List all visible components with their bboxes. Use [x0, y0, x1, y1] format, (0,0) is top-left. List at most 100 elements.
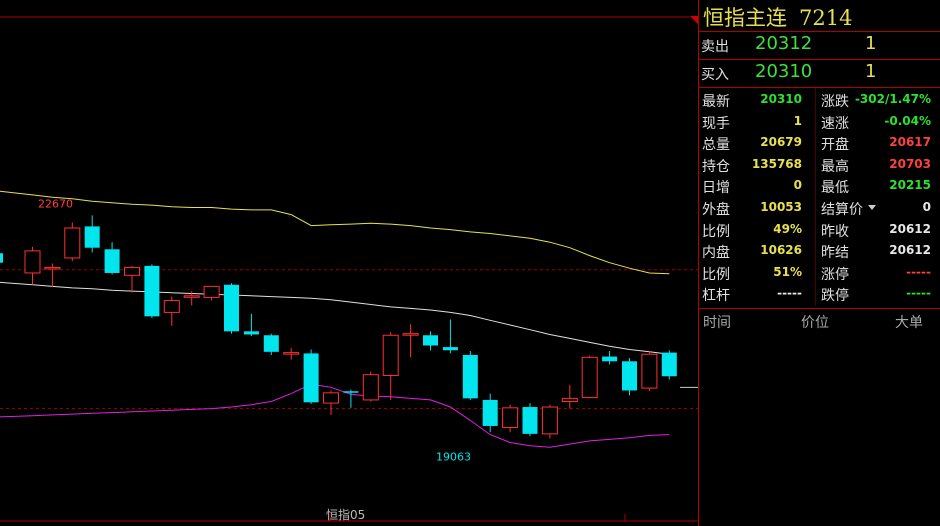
stat-value: 20310 — [760, 92, 802, 106]
candle-body — [522, 407, 538, 434]
candle-body — [263, 335, 279, 352]
divider — [699, 87, 940, 88]
stat-value: -302/1.47% — [854, 92, 931, 106]
stat-label: 速涨 — [821, 115, 849, 132]
candle-body — [183, 295, 200, 298]
stat-label: 持仓 — [702, 158, 730, 175]
panel-corner-marker — [690, 16, 698, 24]
middle-band-line — [0, 281, 670, 355]
buy-price: 20310 — [755, 61, 813, 82]
stat-label: 结算价 — [821, 202, 863, 218]
stat-row: 杠杆 ----- — [702, 283, 802, 305]
stat-value: -0.04% — [884, 113, 931, 128]
stat-label: 比例 — [702, 266, 730, 283]
kline-chart[interactable]: 22670 19063 恒指05 — [0, 0, 698, 526]
candle-body — [581, 356, 598, 399]
candle-body — [502, 407, 519, 429]
candle-body — [661, 352, 677, 377]
stat-value: ----- — [906, 264, 931, 279]
stat-value: 20215 — [889, 178, 931, 193]
tick-col-price[interactable]: 价位 — [801, 312, 829, 332]
sell-volume: 1 — [865, 33, 877, 54]
stat-label: 最高 — [821, 158, 849, 175]
stat-label: 跌停 — [821, 288, 849, 305]
candle-body — [423, 335, 438, 346]
candle-body — [541, 406, 558, 435]
tick-col-bigorder[interactable]: 大单 — [895, 312, 923, 332]
candle-body — [442, 347, 458, 351]
stat-label: 内盘 — [702, 245, 730, 262]
candle-body — [104, 249, 120, 273]
candle-body — [602, 356, 618, 362]
candle-body — [482, 399, 498, 426]
stat-row: 持仓 135768 — [702, 154, 802, 176]
stat-value: 51% — [773, 264, 802, 279]
buy-quote-row[interactable]: 买入 20310 1 — [699, 59, 940, 87]
stat-row: 总量 20679 — [702, 132, 802, 154]
stat-row: 结算价 0 — [821, 197, 931, 219]
instrument-code: 7214 — [799, 6, 853, 30]
stat-row: 最低 20215 — [821, 175, 931, 197]
candle-body — [84, 226, 100, 248]
stat-value: 20703 — [889, 156, 931, 171]
stat-row: 最高 20703 — [821, 154, 931, 176]
sell-price: 20312 — [755, 33, 813, 54]
stat-row: 速涨 -0.04% — [821, 111, 931, 133]
stat-value: 20679 — [760, 135, 802, 150]
candlestick-plot[interactable]: 22670 19063 — [0, 0, 698, 526]
stat-label: 昨结 — [821, 245, 849, 262]
stat-row: 现手 1 — [702, 111, 802, 133]
stat-value: ----- — [906, 286, 931, 301]
stats-divider — [815, 88, 816, 306]
stat-value: ----- — [777, 286, 802, 301]
candle-body — [44, 266, 61, 270]
stat-label: 现手 — [702, 115, 730, 132]
stat-row: 开盘 20617 — [821, 132, 931, 154]
candle-body — [0, 253, 3, 263]
candle-body — [402, 333, 419, 336]
stat-value: 135768 — [751, 156, 802, 171]
stat-value: 49% — [773, 221, 802, 236]
sell-quote-row[interactable]: 卖出 20312 1 — [699, 31, 940, 59]
candle-body — [203, 285, 220, 298]
candle-body — [303, 353, 319, 403]
stat-label: 外盘 — [702, 202, 730, 218]
stat-value: 1 — [793, 113, 802, 128]
quote-panel: 恒指主连 7214 卖出 20312 1 买入 20310 1 最新 20310 现手… — [699, 0, 940, 526]
candle-body — [163, 300, 180, 313]
upper-band-line — [0, 190, 670, 275]
candle-body — [323, 392, 339, 404]
candle-body — [24, 250, 41, 274]
stat-label: 涨跌 — [821, 94, 849, 110]
stat-label: 总量 — [702, 137, 730, 154]
stat-row: 涨停 ----- — [821, 262, 931, 284]
tick-col-time[interactable]: 时间 — [703, 312, 731, 332]
stat-row: 内盘 10626 — [702, 240, 802, 262]
stat-row: 涨跌 -302/1.47% — [821, 89, 931, 111]
candle-body — [243, 331, 259, 335]
candle-body — [462, 354, 478, 399]
candle-body — [224, 284, 239, 332]
stat-label: 最新 — [702, 94, 730, 110]
stat-row: 昨收 20612 — [821, 219, 931, 241]
stat-value: 20612 — [889, 221, 931, 236]
high-price-label: 22670 — [38, 197, 73, 210]
candle-body — [561, 397, 578, 403]
buy-label: 买入 — [701, 67, 729, 83]
stat-label: 杠杆 — [702, 288, 730, 305]
stat-row: 跌停 ----- — [821, 283, 931, 305]
candle-body — [144, 265, 160, 317]
contract-label: 恒指05 — [326, 508, 366, 522]
sell-label: 卖出 — [701, 39, 729, 55]
stat-row: 最新 20310 — [702, 89, 802, 111]
chevron-down-icon[interactable] — [868, 205, 876, 210]
stat-value: 20617 — [889, 135, 931, 150]
buy-volume: 1 — [865, 61, 877, 82]
divider — [699, 308, 940, 309]
stat-label: 日增 — [702, 180, 730, 197]
candle-body — [124, 266, 140, 276]
candle-body — [283, 352, 300, 355]
stat-label: 涨停 — [821, 266, 849, 283]
stat-value: 0 — [793, 178, 802, 193]
candle-body — [382, 334, 399, 376]
